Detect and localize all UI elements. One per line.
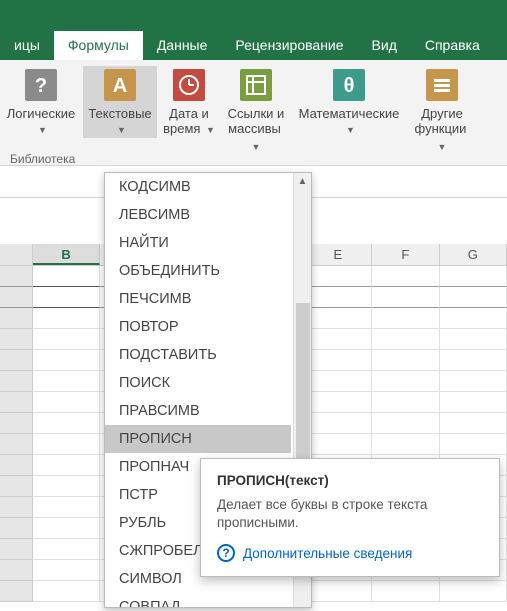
scroll-up-arrow-icon[interactable]: ▲ — [294, 173, 311, 191]
tooltip-body: Делает все буквы в строке текста прописн… — [217, 496, 483, 532]
svg-text:θ: θ — [344, 75, 355, 97]
column-header-f[interactable]: F — [372, 244, 439, 265]
menu-item-povtor[interactable]: ПОВТОР — [105, 313, 291, 341]
text-icon: A — [103, 68, 137, 102]
lookup-icon — [239, 68, 273, 102]
menu-item-obedinit[interactable]: ОБЪЕДИНИТЬ — [105, 257, 291, 285]
ribbon-tabstrip: ицы Формулы Данные Рецензирование Вид Сп… — [0, 30, 507, 60]
menu-item-podstavit[interactable]: ПОДСТАВИТЬ — [105, 341, 291, 369]
text-label: Текстовые — [88, 106, 151, 121]
menu-item-levsimv[interactable]: ЛЕВСИМВ — [105, 201, 291, 229]
column-header-g[interactable]: G — [440, 244, 507, 265]
menu-item-pravsimv[interactable]: ПРАВСИМВ — [105, 397, 291, 425]
chevron-down-icon: ▼ — [252, 142, 261, 152]
more-label-1: Другие — [421, 106, 463, 121]
lookup-label-2: массивы — [228, 121, 281, 136]
tab-data[interactable]: Данные — [143, 31, 222, 60]
menu-item-poisk[interactable]: ПОИСК — [105, 369, 291, 397]
menu-item-naiti[interactable]: НАЙТИ — [105, 229, 291, 257]
clock-icon — [172, 68, 206, 102]
text-button[interactable]: A Текстовые ▼ — [83, 66, 157, 138]
logical-button[interactable]: ? Логические ▼ — [1, 66, 81, 138]
theta-icon: θ — [332, 68, 366, 102]
chevron-down-icon: ▼ — [38, 125, 47, 135]
date-button[interactable]: Дата ивремя ▼ — [159, 66, 219, 138]
more-button[interactable]: Другиефункции ▼ — [407, 66, 477, 155]
tooltip-link-label: Дополнительные сведения — [243, 546, 412, 561]
tooltip-title: ПРОПИСН(текст) — [217, 473, 483, 488]
tab-review[interactable]: Рецензирование — [221, 31, 357, 60]
menu-item-kodsimv[interactable]: КОДСИМВ — [105, 173, 291, 201]
lookup-button[interactable]: Ссылки имассивы ▼ — [221, 66, 291, 155]
question-icon: ? — [24, 68, 58, 102]
chevron-down-icon: ▼ — [438, 142, 447, 152]
menu-item-sovpad[interactable]: СОВПАД — [105, 593, 291, 607]
chevron-down-icon: ▼ — [117, 125, 126, 135]
menu-item-pechsimv[interactable]: ПЕЧСИМВ — [105, 285, 291, 313]
ribbon: ? Логические ▼ A Текстовые ▼ Дата ивремя ▼… — [0, 60, 507, 166]
ribbon-group-label: Библиотека — [10, 152, 75, 166]
math-button[interactable]: θ Математические ▼ — [293, 66, 405, 138]
svg-text:?: ? — [35, 75, 47, 97]
tab-view[interactable]: Вид — [358, 31, 411, 60]
help-icon: ? — [217, 544, 235, 562]
more-label-2: функции — [415, 121, 467, 136]
chevron-down-icon: ▼ — [203, 125, 214, 135]
function-tooltip: ПРОПИСН(текст) Делает все буквы в строке… — [200, 458, 500, 577]
date-label-2: время — [163, 121, 200, 136]
column-header-e[interactable]: E — [305, 244, 372, 265]
column-header-b[interactable]: B — [33, 244, 100, 265]
chevron-down-icon: ▼ — [346, 125, 355, 135]
date-label-1: Дата и — [169, 106, 209, 121]
tab-formulas[interactable]: Формулы — [54, 31, 143, 60]
select-all-corner[interactable] — [0, 244, 33, 265]
menu-item-propisn[interactable]: ПРОПИСН — [105, 425, 291, 453]
tooltip-help-link[interactable]: ? Дополнительные сведения — [217, 544, 483, 562]
logical-label: Логические — [7, 106, 75, 121]
svg-text:A: A — [113, 75, 127, 97]
tab-partial[interactable]: ицы — [0, 31, 54, 60]
math-label: Математические — [299, 106, 400, 121]
tab-help[interactable]: Справка — [411, 31, 494, 60]
title-bar — [0, 0, 507, 30]
lookup-label-1: Ссылки и — [228, 106, 285, 121]
more-icon — [425, 68, 459, 102]
